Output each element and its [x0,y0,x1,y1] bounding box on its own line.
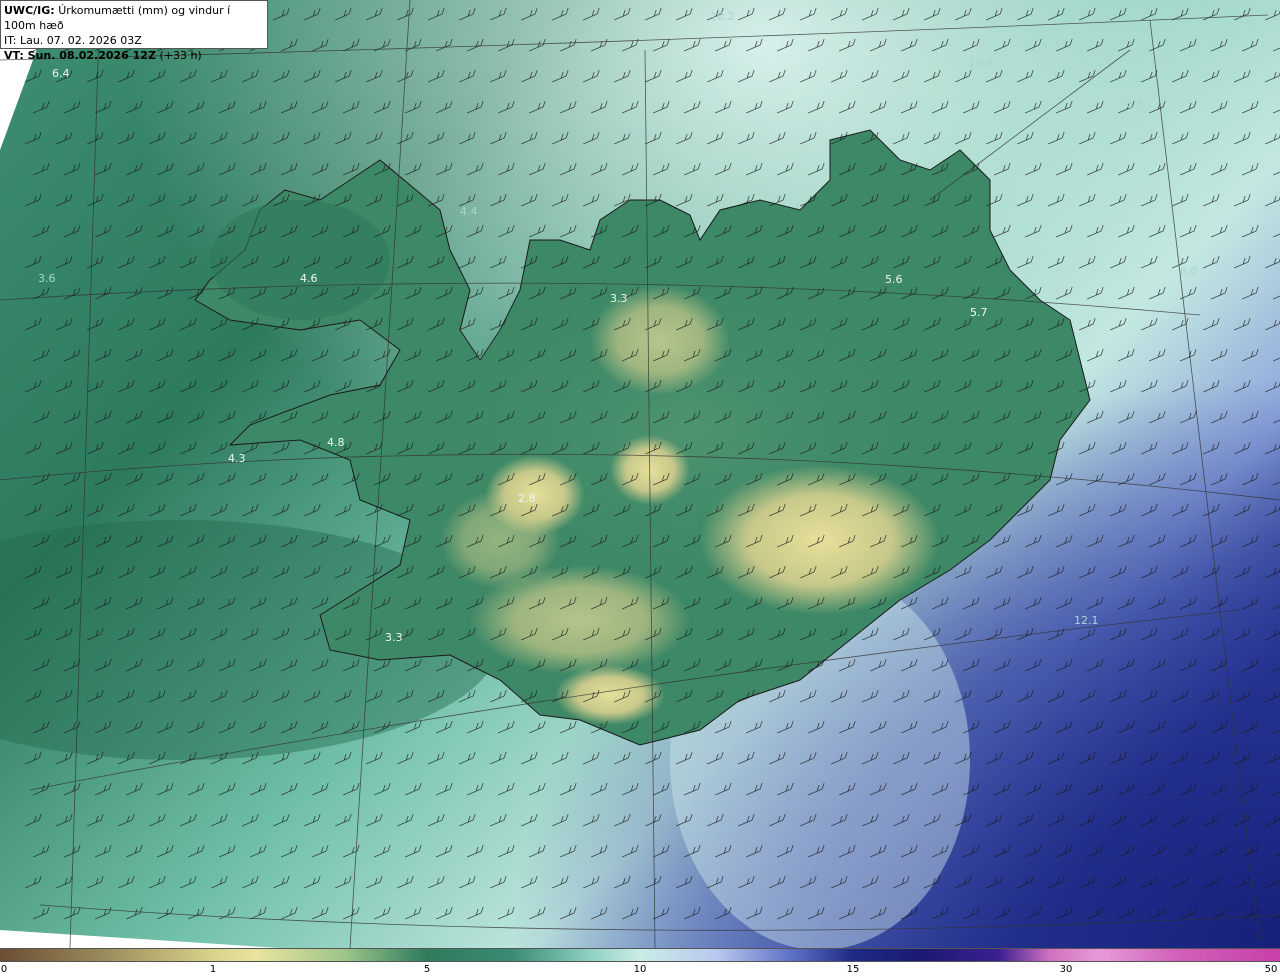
valid-time-offset: (+33 h) [159,49,202,62]
value-label: 3.3 [610,292,628,305]
forecast-info-box: UWC/IG: Úrkomumætti (mm) og vindur í 100… [0,0,268,62]
colorbar-tick: 10 [633,964,647,975]
value-label: 6.5 [1126,98,1144,111]
colorbar-tick: 30 [1059,964,1073,975]
value-label: 10.0 [968,57,993,70]
colorbar-tick: 50 [1264,964,1278,975]
value-label: 5.6 [628,128,646,141]
precipitation-map [0,0,1280,948]
model-name: UWC/IG: [4,4,55,17]
value-label: 2.8 [518,492,536,505]
value-label: 6.0 [1180,265,1198,278]
westfjords-green [210,200,390,320]
colorbar-tick: 0 [0,964,8,975]
value-label: 10.2 [710,10,735,23]
title-line: UWC/IG: Úrkomumætti (mm) og vindur í 100… [4,3,264,33]
valid-time-line: VT: Sun. 08.02.2026 12Z (+33 h) [4,48,264,63]
glacier-vatnajokull [700,465,940,615]
colorbar-tick: 15 [846,964,860,975]
colorbar-legend: 0 1 5 10 15 30 50 [0,948,1280,978]
value-label: 4.8 [327,436,345,449]
map-area: 10.2 6.4 10.0 6.5 5.6 4.4 4.6 3.6 3.3 5.… [0,0,1280,948]
central-yellow [440,490,560,590]
colorbar-tick: 1 [209,964,217,975]
init-time-value: Lau. 07. 02. 2026 03Z [19,34,142,47]
init-time-line: IT: Lau. 07. 02. 2026 03Z [4,33,264,48]
value-label: 4.6 [300,272,318,285]
valid-time-label: VT: Sun. 08.02.2026 12Z [4,49,156,62]
init-time-label: IT: [4,34,17,47]
value-label: 12.1 [1074,614,1099,627]
colorbar [0,948,1280,962]
value-label: 5.7 [970,306,988,319]
value-label: 6.4 [52,67,70,80]
value-label: 4.3 [228,452,246,465]
value-label: 4.4 [460,205,478,218]
value-label: 5.6 [885,273,903,286]
value-label: 3.3 [385,631,403,644]
colorbar-tick: 5 [423,964,431,975]
value-label: 3.6 [38,272,56,285]
